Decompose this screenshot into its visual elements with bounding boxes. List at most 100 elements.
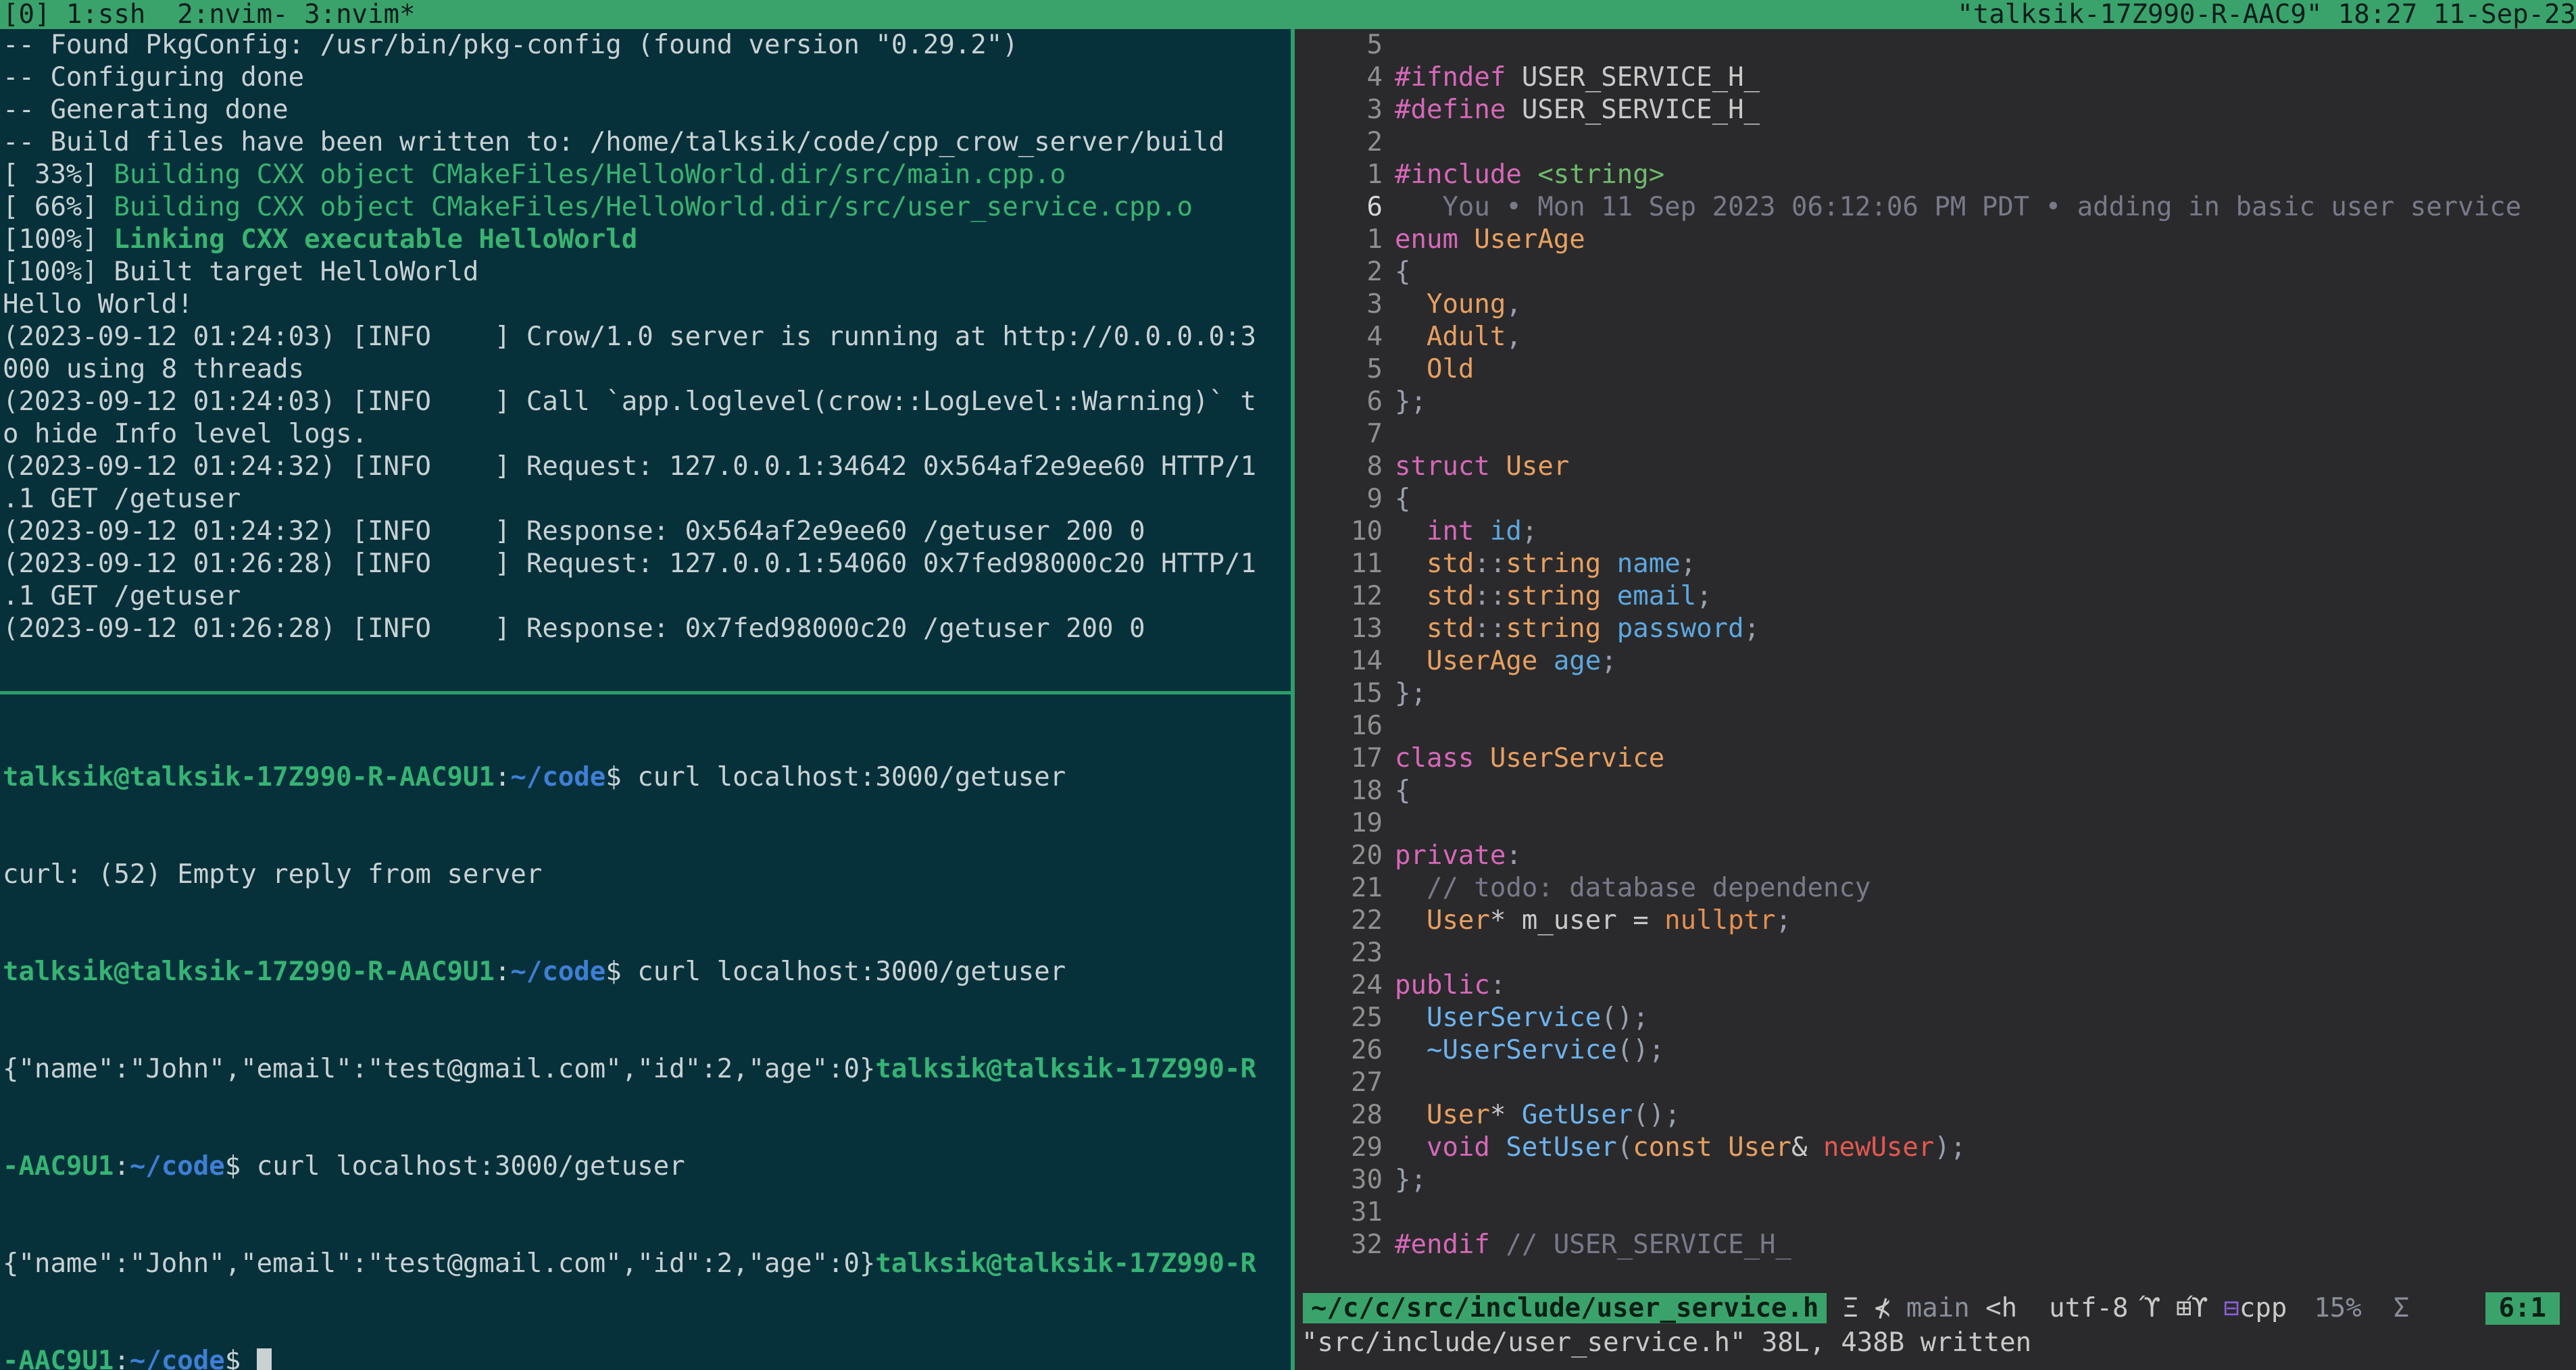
line-number: 2	[1366, 257, 1383, 287]
terminal-cursor[interactable]	[256, 1348, 272, 1370]
git-icon: Ξ ⊀	[1827, 1293, 1906, 1323]
code-line[interactable]: 31	[1295, 1196, 2576, 1229]
code-line[interactable]: 15};	[1295, 678, 2576, 710]
code-token: {	[1395, 257, 1411, 287]
code-line[interactable]: 4 Adult,	[1295, 321, 2576, 353]
code-line[interactable]: 6 You • Mon 11 Sep 2023 06:12:06 PM PDT …	[1295, 191, 2576, 224]
shell-line: talksik@talksik-17Z990-R-AAC9U1:~/code$ …	[3, 957, 1066, 987]
log-line: [ 33%] Building CXX object CMakeFiles/He…	[3, 159, 1066, 190]
code-line[interactable]: 5	[1295, 29, 2576, 61]
code-line[interactable]: 19	[1295, 807, 2576, 840]
code-line[interactable]: 21 // todo: database dependency	[1295, 872, 2576, 905]
code-line[interactable]: 3 #define USER_SERVICE_H_	[1295, 94, 2576, 126]
code-token: {	[1395, 776, 1411, 806]
code-token: ();	[1633, 1100, 1681, 1130]
code-token: <string>	[1537, 159, 1665, 190]
code-line[interactable]: 23	[1295, 937, 2576, 969]
nvim-editor-pane[interactable]: 5 4 #ifndef USER_SERVICE_H_ 3 #define USER_S…	[1295, 29, 2576, 1370]
statusline-file[interactable]: ~/c/c/src/include/user_service.h	[1303, 1293, 1827, 1323]
code-token: const User	[1633, 1132, 1792, 1163]
code-token: string	[1506, 581, 1617, 611]
code-line[interactable]: 17 class UserService	[1295, 742, 2576, 775]
code-token: ;	[1696, 581, 1712, 611]
code-line[interactable]: 7	[1295, 418, 2576, 451]
code-line[interactable]: 2	[1295, 126, 2576, 159]
line-number: 11	[1351, 549, 1383, 579]
line-number: 4	[1366, 62, 1383, 93]
code-token: int	[1395, 516, 1490, 547]
code-line[interactable]: 18 {	[1295, 775, 2576, 807]
code-line[interactable]: 14 UserAge age;	[1295, 645, 2576, 678]
code-line[interactable]: 8 struct User	[1295, 451, 2576, 483]
line-number: 1	[1366, 159, 1383, 190]
code-token: string	[1506, 613, 1617, 644]
code-token: ,	[1506, 322, 1522, 352]
nvim-command-line[interactable]: "src/include/user_service.h" 38L, 438B w…	[1295, 1327, 2576, 1359]
code-line[interactable]: 11 std::string name;	[1295, 548, 2576, 580]
shell-pane[interactable]: talksik@talksik-17Z990-R-AAC9U1:~/code$ …	[0, 696, 1291, 1370]
log-line: -- Configuring done	[3, 62, 305, 93]
code-token: :	[1506, 840, 1522, 871]
line-number: 19	[1351, 808, 1383, 838]
code-token: };	[1395, 678, 1427, 709]
log-line: [100%] Linking CXX executable HelloWorld	[3, 224, 638, 255]
code-line[interactable]: 12 std::string email;	[1295, 580, 2576, 613]
code-line[interactable]: 4 #ifndef USER_SERVICE_H_	[1295, 61, 2576, 94]
code-line[interactable]: 25 UserService();	[1295, 1002, 2576, 1034]
code-line[interactable]: 3 Young,	[1295, 288, 2576, 321]
line-number: 18	[1351, 776, 1383, 806]
shell-error-output: curl: (52) Empty reply from server	[3, 859, 543, 890]
log-line: -- Build files have been written to: /ho…	[3, 127, 1224, 157]
line-number: 9	[1366, 484, 1383, 514]
code-token: Adult	[1395, 322, 1506, 352]
pane-divider-horizontal[interactable]	[0, 691, 1291, 694]
line-number: 14	[1351, 646, 1383, 676]
code-line[interactable]: 27	[1295, 1067, 2576, 1099]
code-line[interactable]: 2{	[1295, 256, 2576, 288]
code-line[interactable]: 1 #include <string>	[1295, 159, 2576, 191]
code-token: ;	[1680, 549, 1697, 579]
code-line[interactable]: 9{	[1295, 483, 2576, 515]
shell-line: -AAC9U1:~/code$ curl localhost:3000/getu…	[3, 1151, 685, 1182]
tmux-window-list[interactable]: [0] 1:ssh 2:nvim- 3:nvim*	[3, 0, 415, 29]
code-line[interactable]: 29 void SetUser(const User& newUser);	[1295, 1132, 2576, 1164]
code-line[interactable]: 26 ~UserService();	[1295, 1034, 2576, 1067]
code-line[interactable]: 30};	[1295, 1164, 2576, 1196]
code-token: User	[1395, 1100, 1490, 1130]
log-line: (2023-09-12 01:24:32) [INFO ] Response: …	[3, 516, 1145, 547]
code-line[interactable]: 28 User* GetUser();	[1295, 1099, 2576, 1132]
code-token: You • Mon 11 Sep 2023 06:12:06 PM PDT • …	[1395, 192, 2522, 222]
code-token: // todo: database dependency	[1395, 873, 1871, 903]
code-token: nullptr	[1664, 905, 1776, 936]
code-line[interactable]: 6};	[1295, 386, 2576, 418]
code-line[interactable]: 13 std::string password;	[1295, 613, 2576, 645]
code-line[interactable]: 22 User* m_user = nullptr;	[1295, 905, 2576, 937]
code-line[interactable]: 10 int id;	[1295, 515, 2576, 548]
code-line[interactable]: 20 private:	[1295, 840, 2576, 872]
code-token: ;	[1775, 905, 1792, 936]
line-number: 16	[1351, 711, 1383, 741]
line-number: 6	[1366, 386, 1383, 417]
code-line[interactable]: 24 public:	[1295, 969, 2576, 1002]
line-number: 28	[1351, 1100, 1383, 1130]
line-number: 15	[1351, 678, 1383, 709]
shell-line: -AAC9U1:~/code$	[0, 1345, 1291, 1370]
server-log-pane[interactable]: -- Found PkgConfig: /usr/bin/pkg-config …	[0, 29, 1291, 691]
line-number: 26	[1351, 1035, 1383, 1065]
log-line: 000 using 8 threads	[3, 354, 305, 384]
code-token: enum	[1395, 224, 1475, 255]
code-token: std	[1395, 581, 1475, 611]
line-number: 12	[1351, 581, 1383, 611]
code-line[interactable]: 5 Old	[1295, 353, 2576, 386]
code-token: UserService	[1489, 743, 1665, 773]
log-line: .1 GET /getuser	[3, 581, 241, 611]
line-number: 3	[1366, 289, 1383, 320]
code-token: UserAge	[1474, 224, 1585, 255]
code-line[interactable]: 32 #endif // USER_SERVICE_H_	[1295, 1229, 2576, 1261]
code-token: (	[1616, 1132, 1633, 1163]
shell-line: curl: (52) Empty reply from server	[0, 859, 1291, 891]
code-token: ();	[1616, 1035, 1665, 1065]
line-number: 30	[1351, 1165, 1383, 1195]
code-line[interactable]: 1 enum UserAge	[1295, 224, 2576, 256]
code-line[interactable]: 16	[1295, 710, 2576, 742]
